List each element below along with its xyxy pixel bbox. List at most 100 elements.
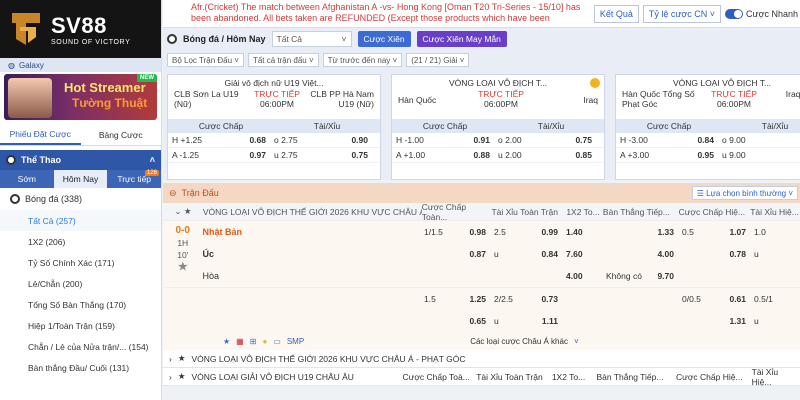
odds-value[interactable]: 0.85: [545, 150, 600, 160]
col-ou-ft: Tài Xỉu Toàn Trận: [491, 206, 558, 217]
grid-icon[interactable]: ⊞: [250, 337, 257, 346]
odds-value[interactable]: 0.78: [729, 249, 746, 259]
all-matches-select[interactable]: Tất cả trận đấu ˅: [247, 53, 319, 67]
star-icon[interactable]: ★: [178, 371, 186, 382]
odds-value[interactable]: 0.90: [321, 135, 376, 145]
odds-value[interactable]: 0.61: [729, 294, 746, 304]
collapse-icon[interactable]: ⊖: [169, 188, 177, 199]
ou-line: 0.5/1: [754, 294, 773, 304]
col-1x2: 1X2 To...: [566, 206, 600, 217]
league-row-collapsed[interactable]: › ★ VÒNG LOẠI GIẢI VÔ ĐỊCH U19 CHÂU ÂU C…: [163, 366, 800, 387]
card-away-team: Iraq Tổng: [785, 89, 800, 99]
odds-value[interactable]: 0.98: [469, 227, 486, 237]
sidebar-item-soccer[interactable]: Bóng đá (338): [0, 188, 161, 210]
odds-value[interactable]: 0.99: [541, 227, 558, 237]
sidebar-item-correct-score[interactable]: Tỷ Số Chính Xác (171): [0, 252, 161, 273]
card-away-team: Iraq: [583, 95, 598, 105]
odds-value[interactable]: 1.40: [566, 227, 583, 237]
odds-line: H -1.00: [396, 135, 424, 145]
smp-link[interactable]: SMP: [287, 337, 304, 346]
ou-line: 2.5: [494, 227, 506, 237]
odds-value[interactable]: 0.65: [469, 316, 486, 326]
quick-bet-toggle[interactable]: Cược Nhanh: [725, 8, 798, 19]
odds-value[interactable]: 4.00: [657, 249, 674, 259]
star-icon[interactable]: ★: [223, 337, 230, 346]
odds-value[interactable]: 0.75: [321, 150, 376, 160]
match-time: 06:00PM: [716, 99, 752, 109]
odds-value[interactable]: 0.95: [667, 150, 722, 160]
sidebar-item-odd-even[interactable]: Lẻ/Chẵn (200): [0, 273, 161, 294]
live-tv-icon[interactable]: ▭: [273, 337, 281, 346]
odds-value[interactable]: 0.88: [443, 150, 498, 160]
odds-table: ⌄ ★ VÒNG LOẠI VÔ ĐỊCH THẾ GIỚI 2026 KHU …: [163, 201, 800, 387]
league-count-select[interactable]: (21 / 21) Giải ˅: [406, 53, 470, 67]
banner-line1: Hot Streamer: [64, 80, 146, 95]
odds-value[interactable]: 7.60: [566, 249, 583, 259]
tab-live[interactable]: Trực tiếp 126: [107, 170, 161, 188]
sort-select[interactable]: ☰ Lựa chọn bình thường ˅: [691, 186, 798, 200]
card-league: VÒNG LOẠI VÔ ĐỊCH T...: [672, 78, 772, 87]
tab-bet-list[interactable]: Bảng Cược: [81, 124, 162, 145]
col-handicap-ht: Cược Chấp Hiệ...: [676, 371, 743, 382]
odds-value[interactable]: 0.68: [219, 135, 274, 145]
favorite-star-icon[interactable]: ★: [163, 261, 203, 273]
streamer-image: [8, 78, 52, 118]
brand-logo[interactable]: SV88 SOUND OF VICTORY: [0, 0, 161, 58]
match-filter-select[interactable]: Bộ Lọc Trận Đấu ˅: [167, 53, 244, 67]
col-ou-ht: Tài Xỉu Hiệ...: [751, 366, 779, 387]
featured-card[interactable]: Giải vô địch nữ U19 Việt... CLB Sơn La U…: [167, 74, 381, 180]
time-range-select[interactable]: Từ trước đến nay ˅: [322, 53, 403, 67]
soccer-ball-icon: [10, 194, 20, 204]
sidebar-item-half-odd-even[interactable]: Chẵn / Lẻ của Nửa trận/... (154): [0, 336, 161, 357]
odds-value[interactable]: 1.31: [729, 316, 746, 326]
parlay-button[interactable]: Cược Xiên: [357, 31, 411, 47]
coin-icon[interactable]: ●: [262, 337, 267, 346]
expand-icon[interactable]: ⌄ ★: [163, 206, 203, 217]
tab-early[interactable]: Sớm: [0, 170, 54, 188]
sports-header[interactable]: Thể Thao ˄: [0, 150, 161, 170]
odds-value[interactable]: 1.33: [657, 227, 674, 237]
odds-value[interactable]: 0.73: [541, 294, 558, 304]
odds-value[interactable]: 0.84: [541, 249, 558, 259]
soccer-ball-icon: [167, 34, 177, 44]
stats-icon[interactable]: ▦: [236, 337, 244, 346]
lucky-parlay-button[interactable]: Cược Xiên May Mắn: [416, 31, 507, 47]
featured-card[interactable]: VÒNG LOẠI VÔ ĐỊCH T... Hàn Quốc TRỰC TIẾ…: [391, 74, 605, 180]
sidebar-item-total-goals[interactable]: Tổng Số Bàn Thắng (170): [0, 294, 161, 315]
odds-line: A +1.00: [396, 150, 426, 160]
odds-value[interactable]: 9.70: [657, 271, 674, 281]
featured-card[interactable]: VÒNG LOẠI VÔ ĐỊCH T... Hàn Quốc Tổng Số …: [615, 74, 800, 180]
galaxy-link[interactable]: ◍ Galaxy: [0, 58, 161, 72]
sidebar-item-ht-ft[interactable]: Hiệp 1/Toàn Trận (159): [0, 315, 161, 336]
odds-line: o 2.75: [274, 135, 298, 145]
odds-value[interactable]: 4.00: [566, 271, 583, 281]
more-asian-markets-link[interactable]: Các loại cược Châu Á khác: [470, 337, 568, 346]
list-icon: ☰: [696, 188, 707, 198]
promo-banner[interactable]: Hot Streamer Tường Thuật NEW: [4, 74, 157, 120]
col-handicap-ft: Cược Chấp Toàn...: [421, 201, 467, 222]
league-row-collapsed[interactable]: › ★ VÒNG LOẠI VÔ ĐỊCH THẾ GIỚI 2026 KHU …: [163, 350, 800, 368]
tab-today[interactable]: Hôm Nay: [53, 170, 108, 188]
odds-value[interactable]: 1.25: [469, 294, 486, 304]
odds-line: A +3.00: [620, 150, 650, 160]
star-icon[interactable]: ★: [178, 353, 186, 364]
odds-value[interactable]: 0.75: [545, 135, 600, 145]
odds-value[interactable]: 1.07: [729, 227, 746, 237]
sidebar-item-1x2[interactable]: 1X2 (206): [0, 231, 161, 252]
tab-bet-slip[interactable]: Phiếu Đặt Cược: [0, 124, 81, 145]
news-ticker: Afr.(Cricket) The match between Afghanis…: [163, 0, 800, 28]
card-col-over-under: Tài/Xỉu: [537, 121, 565, 131]
sidebar-item-first-last-goal[interactable]: Bàn thắng Đầu/ Cuối (131): [0, 357, 161, 378]
live-status: TRỰC TIẾP: [254, 89, 300, 99]
odds-value[interactable]: 1.11: [542, 316, 558, 326]
matches-section-header[interactable]: ⊖ Trận Đấu ☰ Lựa chọn bình thường ˅: [163, 183, 800, 203]
odds-type-select[interactable]: Tỷ lệ cược CN ˅: [642, 4, 722, 23]
market-select[interactable]: Tất Cả ˅: [271, 31, 352, 47]
odds-value[interactable]: 0.84: [667, 135, 722, 145]
sidebar-item-all[interactable]: Tất Cả (257): [0, 210, 161, 231]
odds-value[interactable]: 0.97: [219, 150, 274, 160]
results-button[interactable]: Kết Quả: [593, 4, 639, 23]
league-title: VÒNG LOẠI VÔ ĐỊCH THẾ GIỚI 2026 KHU VỰC …: [191, 353, 466, 364]
odds-value[interactable]: 0.87: [469, 249, 486, 259]
odds-value[interactable]: 0.91: [443, 135, 498, 145]
